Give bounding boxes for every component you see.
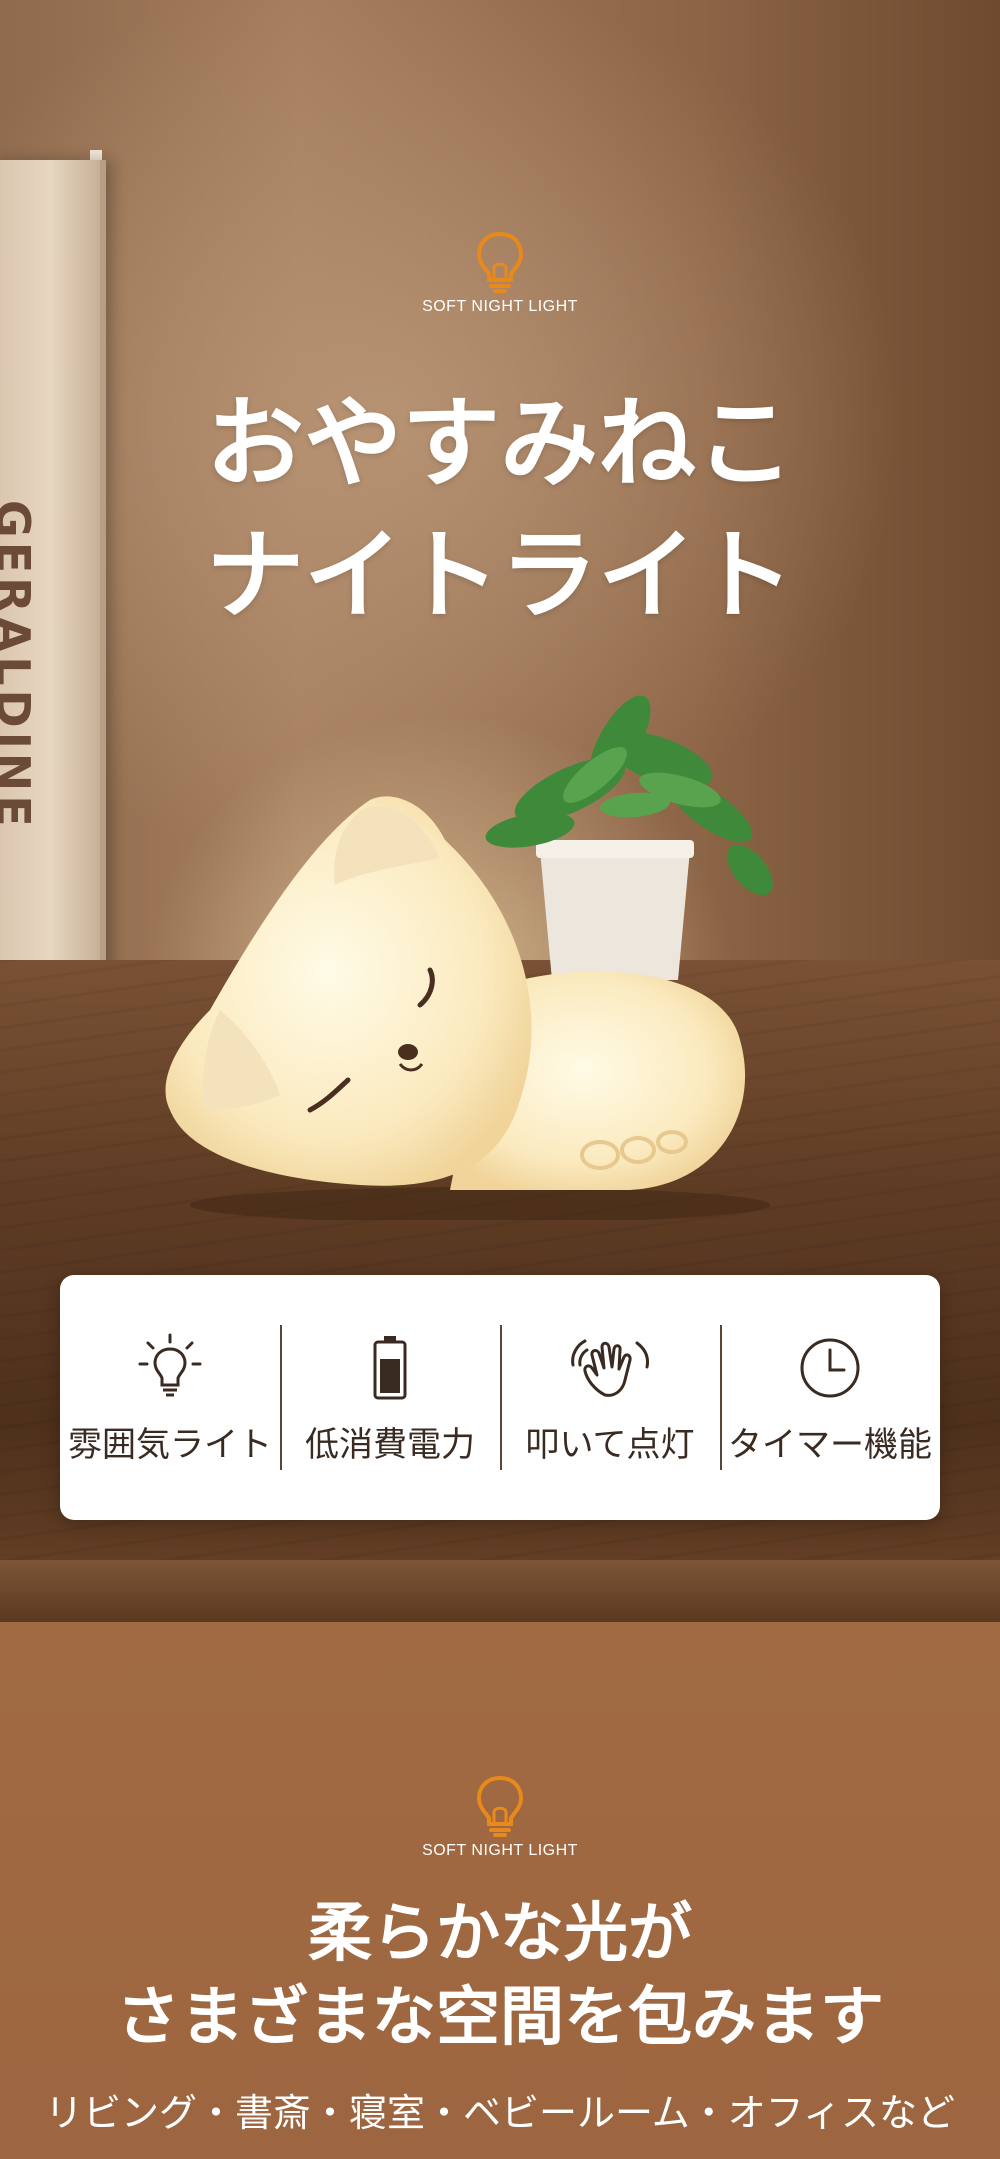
lower-section: SOFT NIGHT LIGHT 柔らかな光が さまざまな空間を包みます リビン…: [0, 1622, 1000, 2159]
hero-title-line1: おやすみねこ: [205, 387, 794, 501]
cat-lamp-image: [165, 796, 770, 1220]
feature-tap-to-light: 叩いて点灯: [500, 1275, 720, 1520]
badge-text: SOFT NIGHT LIGHT: [422, 1842, 578, 1859]
lower-title-line1: 柔らかな光が: [308, 1897, 692, 1971]
tap-hand-icon: [571, 1339, 649, 1397]
feature-label: 低消費電力: [305, 1425, 475, 1465]
lower-title-line2: さまざまな空間を包みます: [116, 1981, 884, 2055]
feature-label: 叩いて点灯: [525, 1425, 695, 1465]
product-page: GERALDINE SOFT NIGHT LIGHT おやすみねこ ナイトライト: [0, 0, 1000, 2159]
clock-icon: [800, 1338, 860, 1398]
bulb-icon: [476, 1775, 524, 1837]
feature-label: 雰囲気ライト: [68, 1425, 272, 1465]
badge-text: SOFT NIGHT LIGHT: [422, 298, 578, 315]
feature-ambient-light: 雰囲気ライト: [60, 1275, 280, 1520]
hero-title-line2: ナイトライト: [205, 519, 794, 633]
lower-subtitle: リビング・書斎・寝室・ベビールーム・オフィスなど: [44, 2091, 956, 2135]
features-card: 雰囲気ライト 低消費電力 叩いて点灯 タイマー機能: [60, 1275, 940, 1520]
bulb-glow-icon: [138, 1333, 202, 1397]
hero-section: GERALDINE SOFT NIGHT LIGHT おやすみねこ ナイトライト: [0, 0, 1000, 1622]
bulb-icon: [476, 231, 524, 293]
lower-badge: SOFT NIGHT LIGHT: [400, 1774, 600, 1860]
feature-timer: タイマー機能: [720, 1275, 940, 1520]
hero-badge: SOFT NIGHT LIGHT: [400, 230, 600, 316]
hero-title: おやすみねこ ナイトライト: [0, 378, 1000, 642]
lower-title: 柔らかな光が さまざまな空間を包みます: [0, 1892, 1000, 2060]
table-edge: [0, 1560, 1000, 1622]
feature-label: タイマー機能: [728, 1425, 932, 1465]
battery-icon: [373, 1336, 407, 1400]
feature-low-power: 低消費電力: [280, 1275, 500, 1520]
